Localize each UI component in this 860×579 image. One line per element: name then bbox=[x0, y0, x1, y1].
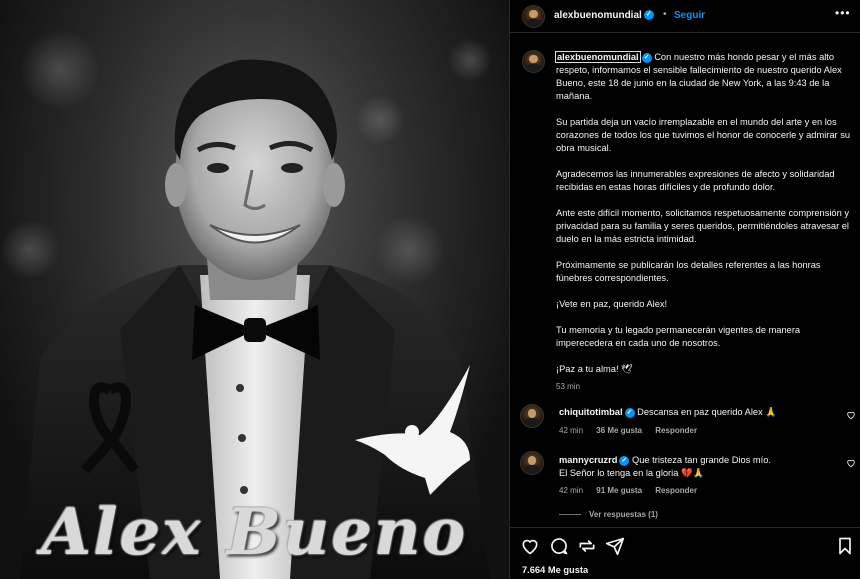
comment-bubble-icon[interactable] bbox=[549, 536, 569, 556]
comment-likes[interactable]: 91 Me gusta bbox=[596, 486, 642, 495]
more-options-icon[interactable]: ••• bbox=[835, 6, 851, 20]
comment-item: chiquitotimbal ✓ Descansa en paz querido … bbox=[559, 406, 834, 419]
caption-paragraph: Próximamente se publicarán los detalles … bbox=[556, 260, 821, 283]
comment-meta: 42 min 36 Me gusta Responder bbox=[559, 426, 708, 435]
reply-button[interactable]: Responder bbox=[655, 426, 697, 435]
view-replies-label[interactable]: Ver respuestas (1) bbox=[589, 510, 658, 519]
avatar[interactable] bbox=[522, 5, 545, 28]
header-username[interactable]: alexbuenomundial ✓ bbox=[554, 10, 654, 21]
verified-badge-icon: ✓ bbox=[624, 407, 635, 418]
comment-avatar[interactable] bbox=[520, 404, 544, 428]
share-send-icon[interactable] bbox=[605, 536, 625, 556]
panel-divider bbox=[509, 0, 510, 579]
comment-meta: 42 min 91 Me gusta Responder bbox=[559, 486, 708, 495]
like-comment-heart-icon[interactable] bbox=[846, 410, 856, 420]
header-username-text[interactable]: alexbuenomundial bbox=[554, 10, 642, 21]
post-actions-bar: 7.664 Me gusta bbox=[509, 527, 860, 579]
comment-username[interactable]: mannycruzrd bbox=[559, 455, 617, 465]
view-replies-button[interactable]: Ver respuestas (1) bbox=[559, 510, 658, 519]
post-header: alexbuenomundial ✓ • Seguir ••• bbox=[509, 0, 860, 33]
header-separator: • bbox=[663, 9, 667, 20]
like-heart-icon[interactable] bbox=[520, 536, 540, 556]
caption-paragraph: ¡Paz a tu alma! 🕊 bbox=[556, 364, 633, 374]
caption-paragraph: Su partida deja un vacío irremplazable e… bbox=[556, 117, 851, 153]
comment-body-line2: El Señor lo tenga en la gloria 💔🙏 bbox=[559, 468, 705, 478]
post-caption: alexbuenomundial ✓ Con nuestro más hondo … bbox=[555, 51, 853, 393]
comment-time: 42 min bbox=[559, 486, 584, 495]
caption-username[interactable]: alexbuenomundial bbox=[555, 51, 641, 63]
comment-username[interactable]: chiquitotimbal bbox=[559, 407, 623, 417]
caption-paragraph: ¡Vete en paz, querido Alex! bbox=[556, 299, 668, 309]
comment-time: 42 min bbox=[559, 426, 584, 435]
follow-button[interactable]: Seguir bbox=[674, 10, 705, 21]
caption-paragraph: Ante este difícil momento, solicitamos r… bbox=[556, 208, 849, 244]
post-image[interactable]: Alex Bueno bbox=[0, 0, 509, 579]
caption-avatar[interactable] bbox=[522, 50, 545, 73]
comment-likes[interactable]: 36 Me gusta bbox=[596, 426, 642, 435]
replies-divider-line bbox=[559, 514, 581, 516]
caption-timestamp: 53 min bbox=[556, 382, 581, 391]
comment-body: Descansa en paz querido Alex 🙏 bbox=[637, 407, 777, 417]
reply-button[interactable]: Responder bbox=[655, 486, 697, 495]
caption-paragraph: Agradecemos las innumerables expresiones… bbox=[556, 169, 835, 192]
caption-paragraph: Tu memoria y tu legado permanecerán vige… bbox=[556, 325, 801, 348]
post-side-panel: alexbuenomundial ✓ • Seguir ••• alexbueno… bbox=[509, 0, 860, 579]
repost-icon[interactable] bbox=[577, 536, 597, 556]
save-bookmark-icon[interactable] bbox=[835, 536, 855, 556]
comment-item: mannycruzrd ✓ Que tristeza tan grande Dio… bbox=[559, 454, 834, 480]
likes-count[interactable]: 7.664 Me gusta bbox=[522, 565, 588, 575]
like-comment-heart-icon[interactable] bbox=[846, 458, 856, 468]
comment-avatar[interactable] bbox=[520, 451, 544, 475]
verified-badge-icon: ✓ bbox=[619, 455, 630, 466]
memorial-photo bbox=[0, 30, 492, 579]
comment-body: Que tristeza tan grande Dios mío. bbox=[631, 455, 771, 465]
verified-badge-icon: ✓ bbox=[643, 10, 654, 21]
verified-badge-icon: ✓ bbox=[641, 52, 652, 63]
photo-overlay-name: Alex Bueno bbox=[41, 495, 468, 570]
